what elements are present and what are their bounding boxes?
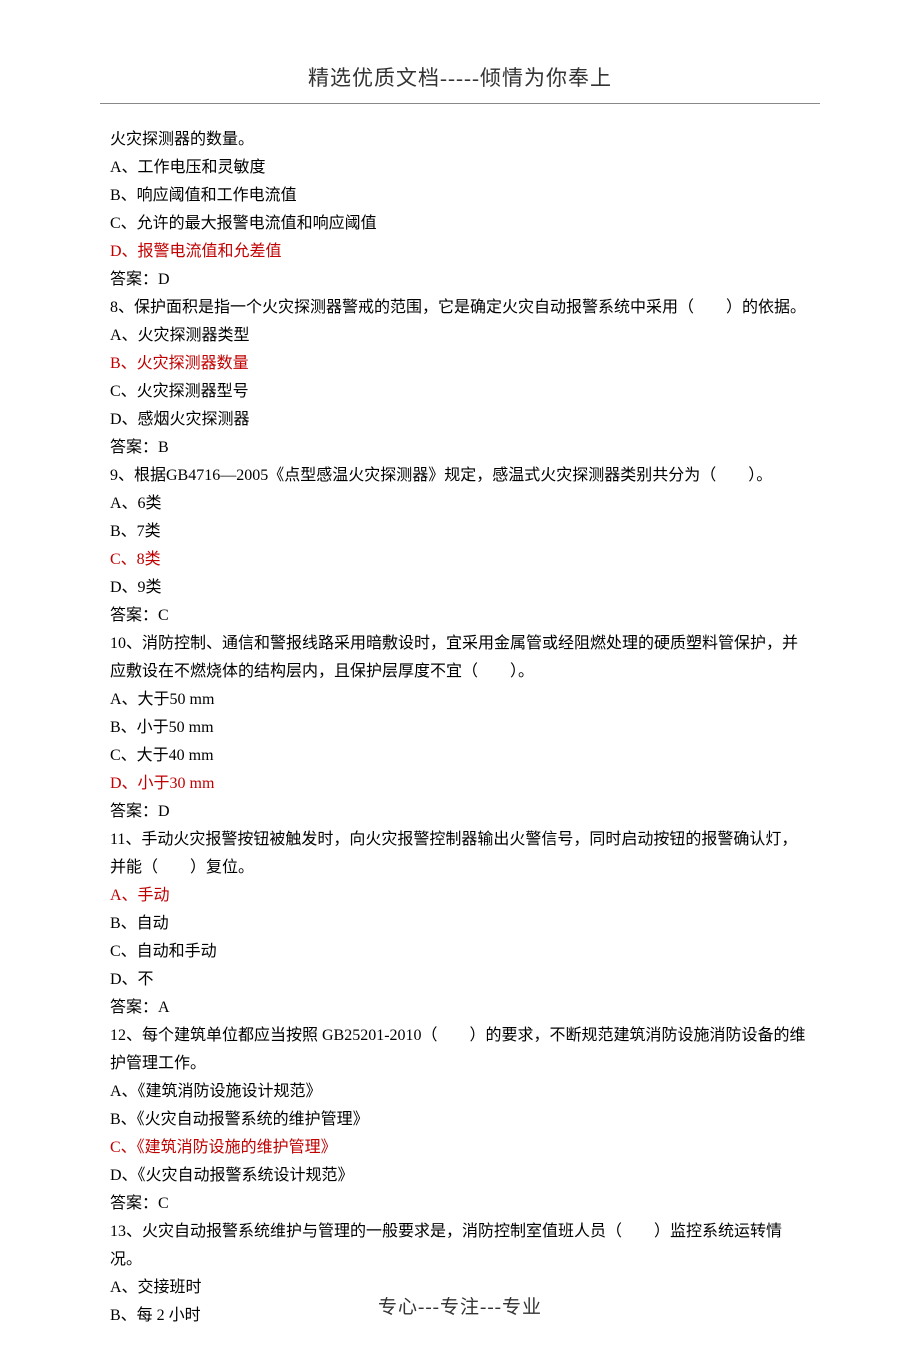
- page-footer: 专心---专注---专业: [0, 1291, 920, 1324]
- text-line: B、7类: [110, 518, 810, 546]
- text-line: 答案：D: [110, 266, 810, 294]
- text-line: A、大于50 mm: [110, 686, 810, 714]
- text-line: A、《建筑消防设施设计规范》: [110, 1078, 810, 1106]
- text-line: B、《火灾自动报警系统的维护管理》: [110, 1106, 810, 1134]
- text-line: 答案：D: [110, 798, 810, 826]
- text-line: C、火灾探测器型号: [110, 378, 810, 406]
- text-line: D、《火灾自动报警系统设计规范》: [110, 1162, 810, 1190]
- text-line: 8、保护面积是指一个火灾探测器警戒的范围，它是确定火灾自动报警系统中采用（ ）的…: [110, 294, 810, 322]
- text-line: B、响应阈值和工作电流值: [110, 182, 810, 210]
- text-line: A、6类: [110, 490, 810, 518]
- text-line: A、火灾探测器类型: [110, 322, 810, 350]
- text-line: A、工作电压和灵敏度: [110, 154, 810, 182]
- text-line: C、8类: [110, 546, 810, 574]
- text-line: A、手动: [110, 882, 810, 910]
- text-line: 11、手动火灾报警按钮被触发时，向火灾报警控制器输出火警信号，同时启动按钮的报警…: [110, 826, 810, 882]
- text-line: D、报警电流值和允差值: [110, 238, 810, 266]
- text-line: D、感烟火灾探测器: [110, 406, 810, 434]
- text-line: C、大于40 mm: [110, 742, 810, 770]
- text-line: 火灾探测器的数量。: [110, 126, 810, 154]
- text-line: C、允许的最大报警电流值和响应阈值: [110, 210, 810, 238]
- header-divider: [100, 103, 820, 104]
- text-line: 13、火灾自动报警系统维护与管理的一般要求是，消防控制室值班人员（ ）监控系统运…: [110, 1218, 810, 1274]
- document-content: 火灾探测器的数量。A、工作电压和灵敏度B、响应阈值和工作电流值C、允许的最大报警…: [110, 126, 810, 1330]
- text-line: C、《建筑消防设施的维护管理》: [110, 1134, 810, 1162]
- text-line: B、火灾探测器数量: [110, 350, 810, 378]
- text-line: B、自动: [110, 910, 810, 938]
- text-line: 9、根据GB4716—2005《点型感温火灾探测器》规定，感温式火灾探测器类别共…: [110, 462, 810, 490]
- document-page: 精选优质文档-----倾情为你奉上 火灾探测器的数量。A、工作电压和灵敏度B、响…: [0, 0, 920, 1370]
- text-line: B、小于50 mm: [110, 714, 810, 742]
- text-line: D、9类: [110, 574, 810, 602]
- text-line: 答案：C: [110, 1190, 810, 1218]
- text-line: C、自动和手动: [110, 938, 810, 966]
- page-header: 精选优质文档-----倾情为你奉上: [110, 60, 810, 97]
- text-line: 10、消防控制、通信和警报线路采用暗敷设时，宜采用金属管或经阻燃处理的硬质塑料管…: [110, 630, 810, 686]
- text-line: 答案：C: [110, 602, 810, 630]
- text-line: 答案：A: [110, 994, 810, 1022]
- text-line: D、小于30 mm: [110, 770, 810, 798]
- text-line: D、不: [110, 966, 810, 994]
- text-line: 12、每个建筑单位都应当按照 GB25201-2010（ ）的要求，不断规范建筑…: [110, 1022, 810, 1078]
- text-line: 答案：B: [110, 434, 810, 462]
